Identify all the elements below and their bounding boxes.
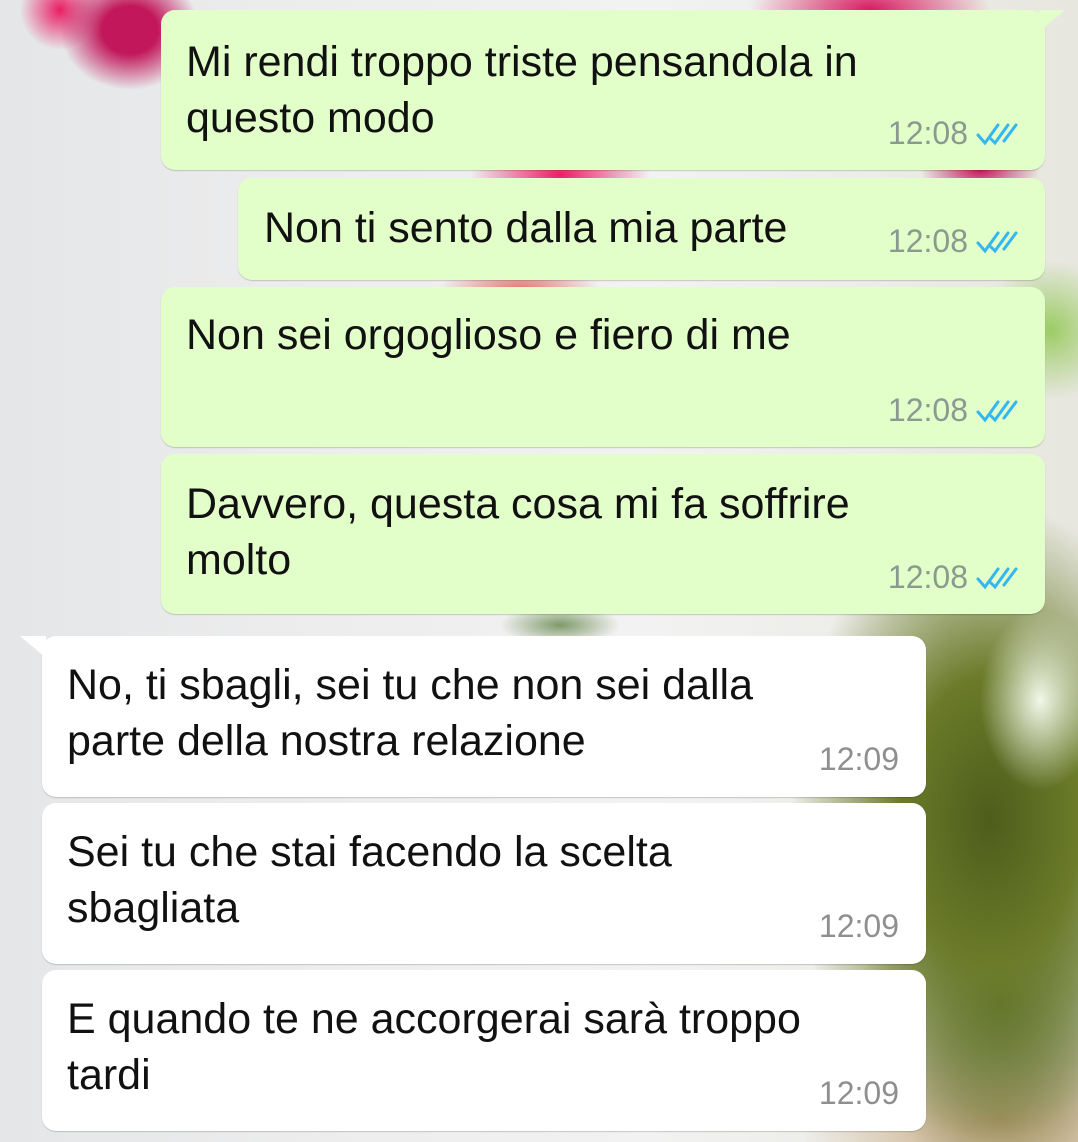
message-time: 12:09: [818, 741, 899, 777]
message-text: Non ti sento dalla mia parte: [264, 204, 788, 252]
message-meta: 12:09: [819, 1075, 899, 1112]
message-text: No, ti sbagli, sei tu che non sei dalla …: [67, 661, 754, 765]
double-check-icon: [976, 400, 1018, 422]
message-list: Mi rendi troppo triste pensandola in que…: [0, 0, 1078, 1142]
message-meta: 12:08: [888, 223, 1020, 260]
message-text: Davvero, questa cosa mi fa soffrire molt…: [186, 480, 850, 584]
message-text: E quando te ne accorgerai sarà troppo ta…: [67, 995, 801, 1099]
message-time: 12:09: [818, 1075, 899, 1111]
outgoing-message-bubble[interactable]: Davvero, questa cosa mi fa soffrire molt…: [161, 454, 1045, 614]
message-text: Non sei orgoglioso e fiero di me: [186, 311, 791, 359]
message-time: 12:09: [818, 908, 899, 944]
message-time: 12:08: [887, 559, 968, 595]
bubble-tail: [1039, 10, 1065, 32]
outgoing-message-bubble[interactable]: Non ti sento dalla mia parte 12:08: [238, 178, 1045, 280]
outgoing-message-bubble[interactable]: Mi rendi troppo triste pensandola in que…: [161, 10, 1065, 170]
bubble-tail: [20, 636, 46, 658]
message-time: 12:08: [887, 392, 968, 428]
incoming-message-bubble[interactable]: No, ti sbagli, sei tu che non sei dalla …: [20, 636, 926, 797]
double-check-icon: [976, 231, 1018, 253]
message-time: 12:08: [887, 115, 968, 151]
message-meta: 12:08: [888, 392, 1020, 429]
message-meta: 12:09: [819, 741, 899, 778]
message-text: Mi rendi troppo triste pensandola in que…: [186, 38, 858, 142]
outgoing-message-bubble[interactable]: Non sei orgoglioso e fiero di me 12:08: [161, 287, 1045, 447]
message-meta: 12:08: [888, 559, 1020, 596]
message-text: Sei tu che stai facendo la scelta sbagli…: [67, 828, 672, 932]
message-meta: 12:09: [819, 908, 899, 945]
message-meta: 12:08: [888, 115, 1020, 152]
message-time: 12:08: [887, 223, 968, 259]
double-check-icon: [976, 123, 1018, 145]
double-check-icon: [976, 567, 1018, 589]
incoming-message-bubble[interactable]: Sei tu che stai facendo la scelta sbagli…: [42, 803, 926, 964]
incoming-message-bubble[interactable]: E quando te ne accorgerai sarà troppo ta…: [42, 970, 926, 1131]
